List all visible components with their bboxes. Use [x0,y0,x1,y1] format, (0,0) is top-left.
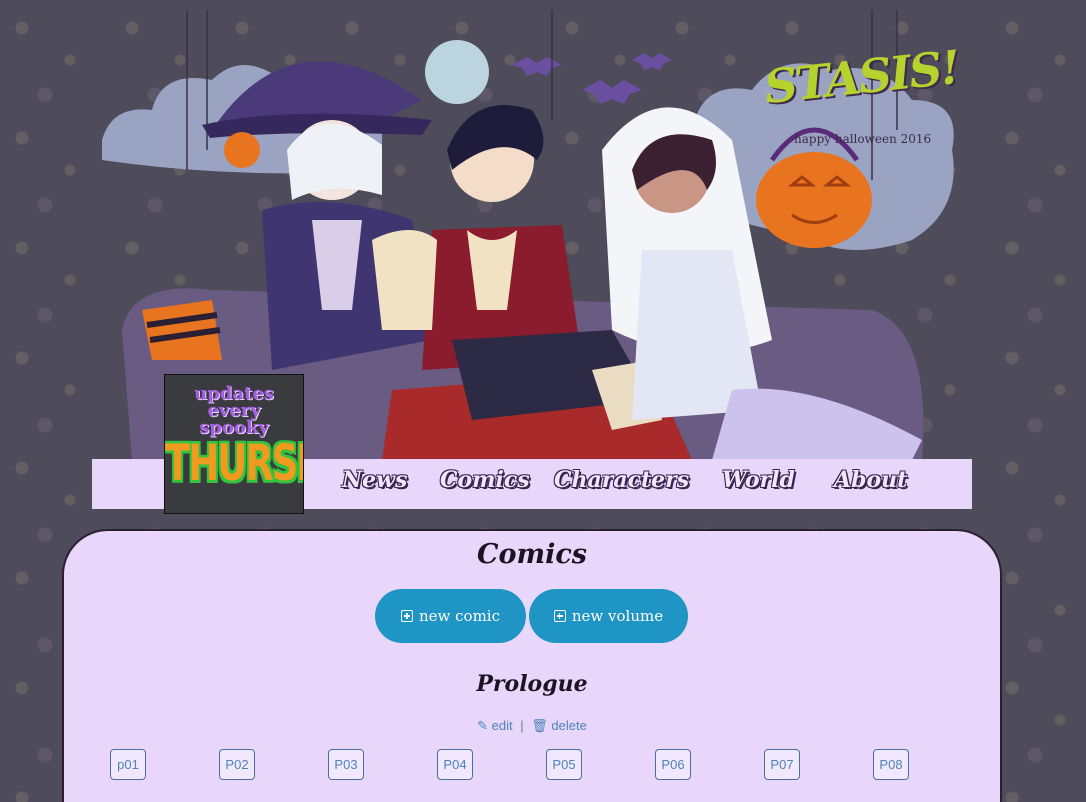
plus-square-icon [553,610,566,622]
delete-volume-link[interactable]: 🗑 delete [531,718,587,733]
new-comic-button[interactable]: new comic [375,589,526,643]
page-link-p05[interactable]: P05 [546,749,582,780]
page-link-p01[interactable]: p01 [110,749,146,780]
new-comic-label: new comic [419,607,500,625]
plus-square-icon [401,610,413,622]
page-link-p06[interactable]: P06 [655,749,691,780]
nav-about[interactable]: About [834,467,907,493]
page-title: Comics [477,539,587,570]
page-link-p07[interactable]: P07 [764,749,800,780]
page-link-p02[interactable]: P02 [219,749,255,780]
page-list: p01 P02 P03 P04 P05 P06 P07 P08 [110,749,982,780]
new-volume-button[interactable]: new volume [529,589,688,643]
logo-subtitle: happy halloween 2016 [794,132,932,146]
nav-characters[interactable]: Characters [554,467,689,493]
page-link-p08[interactable]: P08 [873,749,909,780]
delete-label: delete [551,718,587,733]
actions-separator: | [520,718,524,733]
nav-news[interactable]: News [342,467,407,493]
volume-title: Prologue [476,671,588,697]
comics-panel: Comics new comic new volume Prologue ✎ e… [62,529,1002,802]
volume-actions: ✎ edit | 🗑 delete [64,718,1000,734]
page-link-p03[interactable]: P03 [328,749,364,780]
edit-label: edit [491,718,513,733]
new-volume-label: new volume [571,607,664,625]
edit-volume-link[interactable]: ✎ edit [477,718,516,733]
trash-icon: 🗑 [531,718,548,733]
update-schedule-badge: updates every spooky THURSDAY [164,374,304,514]
nav-comics[interactable]: Comics [440,467,530,493]
edit-icon: ✎ [477,718,489,733]
nav-world[interactable]: World [722,467,795,493]
page-link-p04[interactable]: P04 [437,749,473,780]
badge-line-thursday: THURSDAY [165,434,303,493]
